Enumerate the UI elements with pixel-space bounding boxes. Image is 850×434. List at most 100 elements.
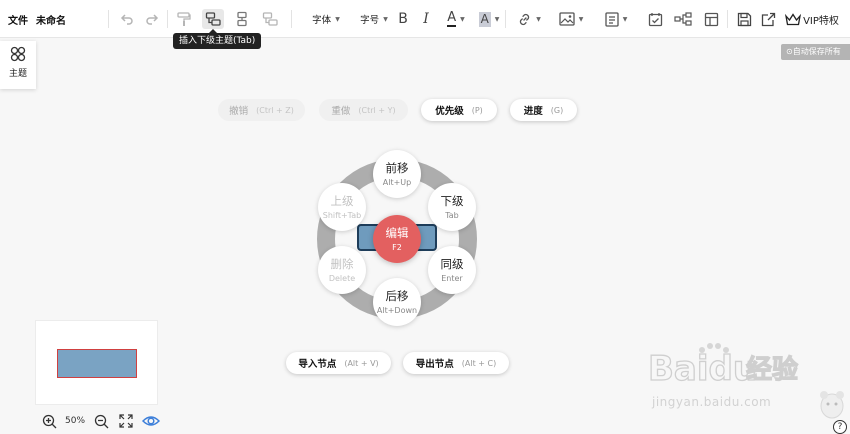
chevron-down-icon: ▼	[460, 15, 465, 23]
priority-label: 优先级	[435, 106, 464, 117]
note-select[interactable]: ▼	[599, 9, 633, 29]
move-down-shortcut: Alt+Down	[376, 305, 418, 315]
link-icon	[520, 13, 530, 25]
toolbar-divider	[291, 10, 292, 28]
autosave-label: 自动保存所有	[792, 47, 841, 56]
sibling-topic-label: 同级	[440, 256, 464, 271]
undo-label: 撤销	[229, 106, 249, 117]
progress-button[interactable]: 进度 (G)	[510, 99, 577, 121]
autosave-status: ⊙自动保存所有	[781, 44, 850, 60]
image-icon	[559, 12, 575, 26]
font-family-label: 字体	[312, 15, 332, 26]
eye-icon[interactable]	[142, 412, 161, 430]
parent-topic-shortcut: Shift+Tab	[322, 210, 362, 220]
svg-text:经验: 经验	[746, 354, 798, 385]
italic-button[interactable]: I	[418, 9, 434, 29]
undo-icon[interactable]	[118, 9, 136, 29]
theme-panel-button[interactable]: 主题	[0, 41, 36, 89]
minimap[interactable]	[35, 320, 158, 405]
edit-label: 编辑	[385, 225, 409, 240]
zoom-level: 50%	[65, 416, 86, 426]
svg-text:Baidu: Baidu	[648, 349, 757, 389]
edit-button[interactable]: 编辑 F2	[373, 215, 421, 263]
toolbar-divider	[167, 10, 168, 28]
redo-button[interactable]: 重做 (Ctrl + Y)	[319, 99, 408, 121]
import-node-button[interactable]: 导入节点 (Alt + V)	[286, 352, 391, 374]
sibling-topic-shortcut: Enter	[441, 273, 463, 283]
chevron-down-icon: ▼	[622, 15, 628, 23]
chevron-down-icon: ▼	[383, 15, 388, 23]
zoom-in-icon[interactable]	[40, 412, 58, 430]
insert-child-topic-icon[interactable]	[202, 9, 224, 29]
font-family-select[interactable]: 字体 ▼	[305, 9, 347, 29]
font-size-label: 字号	[360, 15, 380, 26]
progress-label: 进度	[523, 106, 543, 117]
fit-screen-icon[interactable]	[117, 412, 135, 430]
undo-button[interactable]: 撤销 (Ctrl + Z)	[218, 99, 305, 121]
baidu-jingyan-watermark-logo: Baidu 经验	[648, 343, 799, 390]
chevron-down-icon: ▼	[335, 15, 340, 23]
delete-button[interactable]: 删除 Delete	[318, 246, 366, 294]
watermark-url: jingyan.baidu.com	[652, 395, 772, 409]
edit-shortcut: F2	[392, 242, 402, 252]
toolbar: 文件 未命名 字体 ▼ 字号 ▼ B I A ▼ A ▼ ▼ ▼ ▼ VIP特权	[0, 0, 850, 38]
insert-sibling-topic-icon[interactable]	[232, 9, 252, 29]
zoom-out-icon[interactable]	[92, 412, 110, 430]
move-down-button[interactable]: 后移 Alt+Down	[373, 278, 421, 326]
link-select[interactable]: ▼	[514, 9, 544, 29]
move-up-label: 前移	[385, 160, 409, 175]
import-node-shortcut: (Alt + V)	[344, 358, 379, 368]
child-topic-shortcut: Tab	[445, 210, 459, 220]
save-icon[interactable]	[735, 9, 753, 29]
format-painter-icon[interactable]	[174, 9, 194, 29]
theme-label: 主题	[8, 69, 27, 79]
chevron-down-icon: ▼	[578, 15, 584, 23]
highlight-color-select[interactable]: A ▼	[475, 9, 503, 29]
export-node-shortcut: (Alt + C)	[461, 358, 497, 368]
font-size-select[interactable]: 字号 ▼	[356, 9, 392, 29]
crown-icon	[785, 12, 802, 25]
vip-button[interactable]: VIP特权	[784, 9, 840, 29]
chevron-down-icon: ▼	[494, 15, 500, 23]
highlight-color-label: A	[478, 11, 491, 27]
insert-parent-topic-icon[interactable]	[260, 9, 280, 29]
layout-icon[interactable]	[702, 9, 720, 29]
file-menu[interactable]: 文件	[8, 9, 28, 29]
undo-shortcut: (Ctrl + Z)	[256, 105, 294, 115]
delete-label: 删除	[330, 256, 354, 271]
zoom-controls: 50%	[40, 412, 167, 430]
export-node-button[interactable]: 导出节点 (Alt + C)	[403, 352, 509, 374]
chevron-down-icon: ▼	[536, 15, 541, 23]
theme-icon	[10, 46, 26, 62]
task-icon[interactable]	[646, 9, 664, 29]
redo-icon[interactable]	[143, 9, 161, 29]
delete-shortcut: Delete	[328, 273, 356, 283]
font-color-label: A	[447, 10, 457, 27]
help-button[interactable]: ?	[833, 420, 847, 434]
minimap-viewport[interactable]	[57, 349, 137, 378]
child-topic-button[interactable]: 下级 Tab	[428, 183, 476, 231]
vip-label: VIP特权	[803, 15, 839, 27]
parent-topic-button[interactable]: 上级 Shift+Tab	[318, 183, 366, 231]
child-topic-label: 下级	[440, 193, 464, 208]
sibling-topic-button[interactable]: 同级 Enter	[428, 246, 476, 294]
export-node-label: 导出节点	[415, 359, 454, 370]
bear-mascot-icon	[820, 391, 844, 419]
parent-topic-label: 上级	[330, 193, 354, 208]
priority-button[interactable]: 优先级 (P)	[421, 99, 497, 121]
toolbar-divider	[108, 10, 109, 28]
export-icon[interactable]	[759, 9, 777, 29]
font-color-select[interactable]: A ▼	[443, 9, 469, 29]
bold-button[interactable]: B	[395, 9, 411, 29]
move-down-label: 后移	[385, 288, 409, 303]
relationship-icon[interactable]	[673, 9, 693, 29]
redo-label: 重做	[331, 106, 351, 117]
move-up-button[interactable]: 前移 Alt+Up	[373, 150, 421, 198]
image-select[interactable]: ▼	[556, 9, 586, 29]
redo-shortcut: (Ctrl + Y)	[358, 105, 396, 115]
note-icon	[605, 11, 619, 27]
priority-shortcut: (P)	[471, 105, 483, 115]
document-title[interactable]: 未命名	[36, 9, 66, 29]
move-up-shortcut: Alt+Up	[382, 177, 412, 187]
progress-shortcut: (G)	[550, 105, 564, 115]
